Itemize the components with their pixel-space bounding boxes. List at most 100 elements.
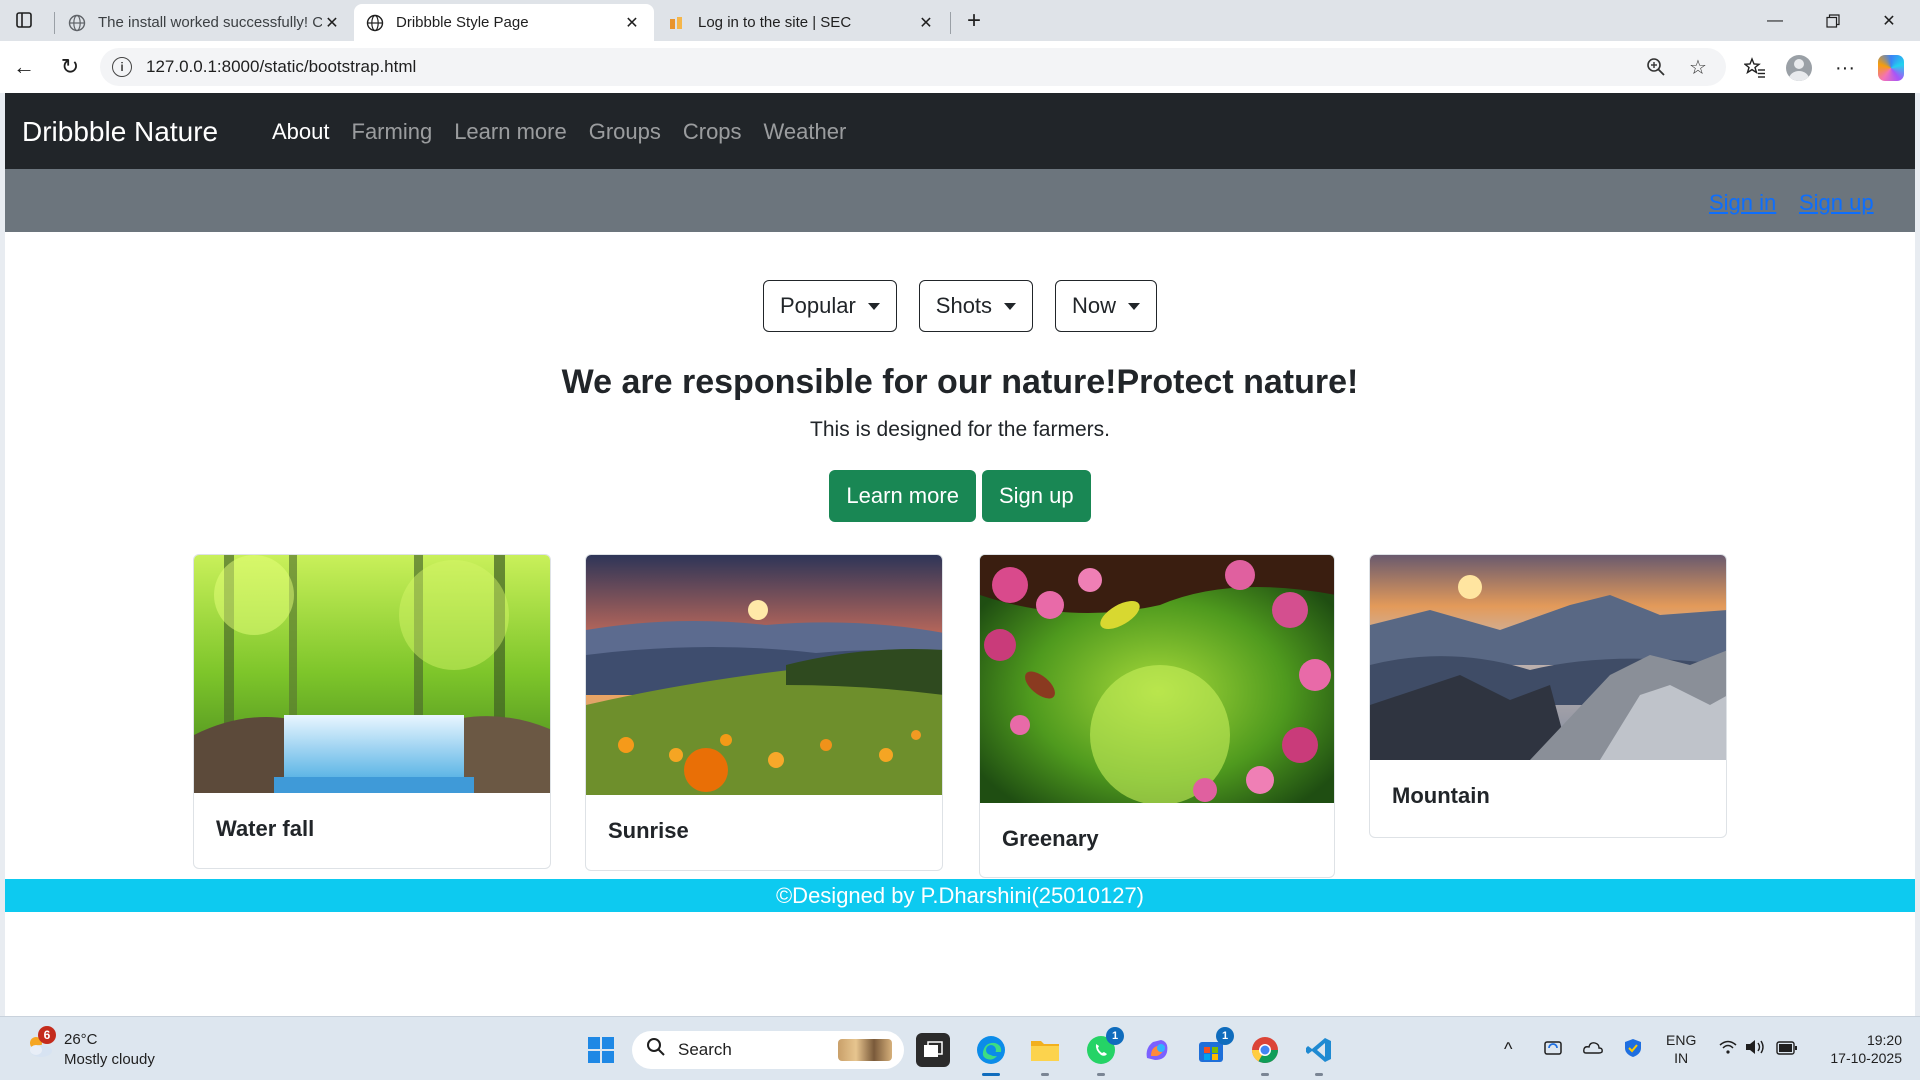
card-sunrise[interactable]: Sunrise [585,554,943,871]
url-bar[interactable]: i 127.0.0.1:8000/static/bootstrap.html ☆ [100,48,1726,86]
tab-install-success[interactable]: The install worked successfully! Co ✕ [56,4,354,41]
waterfall-image [194,555,550,793]
globe-icon [68,14,86,32]
browser-tab-bar: The install worked successfully! Co ✕ Dr… [0,0,1920,41]
tab-dribbble-style-page[interactable]: Dribbble Style Page ✕ [354,4,654,41]
copilot-icon[interactable] [1876,53,1906,83]
favorite-star-icon[interactable]: ☆ [1684,53,1712,81]
weather-temp[interactable]: 26°C [64,1031,98,1048]
tab-title: Log in to the site | SEC [698,14,852,31]
notification-badge: 1 [1106,1027,1124,1045]
language-indicator[interactable]: ENG IN [1666,1031,1696,1067]
search-label: Search [678,1040,732,1059]
sign-up-button[interactable]: Sign up [981,470,1091,522]
whatsapp-icon[interactable]: 1 [1084,1027,1124,1076]
sign-up-link[interactable]: Sign up [1799,190,1874,216]
profile-avatar[interactable] [1784,53,1814,83]
dropdown-label: Shots [935,293,993,318]
sync-icon[interactable] [1542,1037,1564,1064]
greenary-image [980,555,1334,805]
microsoft-store-icon[interactable]: 1 [1194,1027,1234,1067]
system-clock[interactable]: 19:20 17-10-2025 [1812,1031,1902,1067]
copilot-app-icon[interactable] [1140,1033,1174,1067]
battery-icon[interactable] [1776,1039,1798,1060]
show-hidden-icons-chevron-icon[interactable]: ^ [1504,1039,1512,1060]
tab-login-sec[interactable]: Log in to the site | SEC ✕ [656,4,948,41]
favorites-icon[interactable] [1740,53,1770,83]
nav-farming[interactable]: Farming [352,119,433,145]
restore-button[interactable] [1810,6,1856,36]
tab-title: The install worked successfully! Co [98,14,322,31]
security-shield-icon[interactable] [1622,1037,1644,1064]
clock-time: 19:20 [1866,1032,1902,1048]
volume-icon[interactable] [1744,1037,1766,1062]
site-info-icon[interactable]: i [112,57,132,77]
weather-badge: 6 [38,1026,56,1044]
tab-title: Dribbble Style Page [396,14,529,31]
running-indicator [1261,1073,1269,1076]
card-greenary[interactable]: Greenary [979,554,1335,878]
now-dropdown[interactable]: Now [1055,280,1158,332]
close-tab-icon[interactable]: ✕ [322,13,342,33]
nav-learn-more[interactable]: Learn more [454,119,567,145]
card-title: Greenary [1002,826,1099,851]
caret-down-icon [867,302,880,310]
weather-desc[interactable]: Mostly cloudy [64,1051,155,1068]
mountain-image [1370,555,1726,760]
top-navbar: Dribbble Nature About Farming Learn more… [5,93,1915,169]
minimize-button[interactable]: — [1752,6,1798,36]
task-view-icon[interactable] [916,1033,950,1067]
new-tab-button[interactable]: + [960,7,988,34]
dropdown-label: Now [1072,293,1117,318]
file-explorer-icon[interactable] [1028,1033,1062,1076]
vscode-icon[interactable] [1302,1033,1336,1076]
sign-in-link[interactable]: Sign in [1709,190,1776,216]
running-indicator [982,1073,1000,1076]
card-title: Sunrise [608,818,689,843]
edge-browser-icon[interactable] [974,1033,1008,1076]
shots-dropdown[interactable]: Shots [918,280,1034,332]
card-water-fall[interactable]: Water fall [193,554,551,869]
card-mountain[interactable]: Mountain [1369,554,1727,838]
nav-about[interactable]: About [272,119,330,145]
nav-groups[interactable]: Groups [589,119,661,145]
wifi-icon[interactable] [1718,1037,1738,1062]
nav-links: About Farming Learn more Groups Crops We… [272,119,868,145]
clock-date: 17-10-2025 [1830,1050,1902,1066]
page-headline: We are responsible for our nature!Protec… [561,363,1359,401]
taskbar-search[interactable]: Search [632,1031,904,1069]
back-button[interactable]: ← [10,53,38,81]
globe-icon [366,14,384,32]
caret-down-icon [1004,302,1017,310]
running-indicator [1315,1073,1323,1076]
sunrise-image [586,555,942,795]
search-highlight-image [838,1039,892,1061]
learn-more-button[interactable]: Learn more [829,470,976,522]
tab-actions-icon[interactable] [14,10,34,30]
lang-line2: IN [1674,1050,1689,1066]
brand-logo[interactable]: Dribbble Nature [22,116,218,148]
onedrive-icon[interactable] [1582,1037,1604,1064]
more-menu-icon[interactable]: ··· [1830,53,1860,83]
page-subtext: This is designed for the farmers. [810,418,1110,441]
running-indicator [1041,1073,1049,1076]
caret-down-icon [1128,302,1141,310]
reload-button[interactable]: ↻ [56,53,84,81]
filter-dropdowns: Popular Shots Now [5,280,1915,332]
auth-bar: Sign in Sign up [5,169,1915,232]
close-window-button[interactable]: ✕ [1866,6,1912,36]
popular-dropdown[interactable]: Popular [762,280,897,332]
close-tab-icon[interactable]: ✕ [916,13,936,33]
zoom-icon[interactable] [1642,53,1670,81]
windows-start-icon[interactable] [584,1033,618,1067]
address-bar-row: ← ↻ i 127.0.0.1:8000/static/bootstrap.ht… [0,41,1920,93]
notification-badge: 1 [1216,1027,1234,1045]
nav-crops[interactable]: Crops [683,119,742,145]
page-viewport: Dribbble Nature About Farming Learn more… [5,93,1915,1016]
chrome-icon[interactable] [1248,1033,1282,1076]
nav-weather[interactable]: Weather [764,119,847,145]
lang-line1: ENG [1666,1032,1697,1048]
running-indicator [1097,1073,1105,1076]
close-tab-icon[interactable]: ✕ [622,13,642,33]
url-text[interactable]: 127.0.0.1:8000/static/bootstrap.html [146,57,1642,77]
